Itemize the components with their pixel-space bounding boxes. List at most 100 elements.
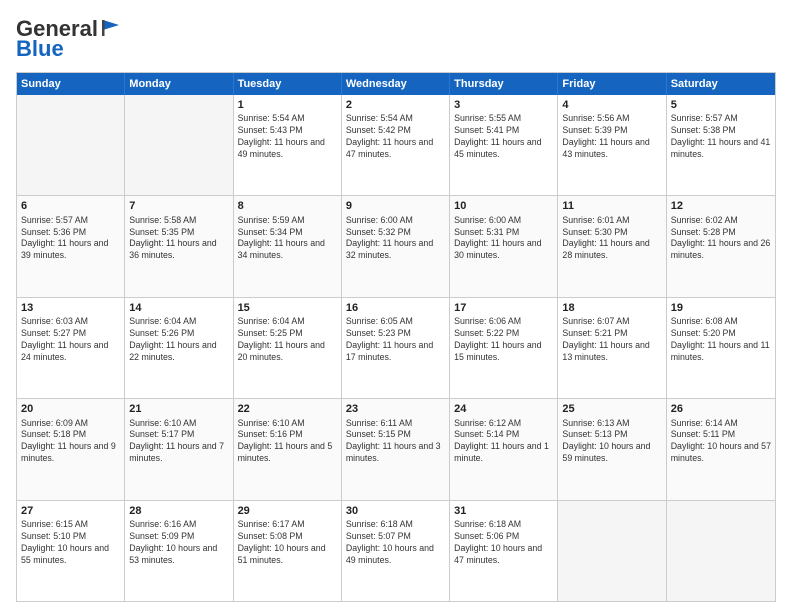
empty-cell	[558, 501, 666, 601]
day-number: 26	[671, 402, 771, 416]
day-number: 11	[562, 199, 661, 213]
day-cell-4: 4Sunrise: 5:56 AMSunset: 5:39 PMDaylight…	[558, 95, 666, 195]
day-number: 21	[129, 402, 228, 416]
day-number: 28	[129, 504, 228, 518]
day-number: 14	[129, 301, 228, 315]
day-cell-31: 31Sunrise: 6:18 AMSunset: 5:06 PMDayligh…	[450, 501, 558, 601]
calendar-row-1: 1Sunrise: 5:54 AMSunset: 5:43 PMDaylight…	[17, 95, 775, 195]
weekday-header-thursday: Thursday	[450, 73, 558, 95]
day-cell-19: 19Sunrise: 6:08 AMSunset: 5:20 PMDayligh…	[667, 298, 775, 398]
day-cell-24: 24 Sunrise: 6:12 AMSunset: 5:14 PMDayligh…	[450, 399, 558, 499]
day-number: 27	[21, 504, 120, 518]
logo-blue-text: Blue	[16, 36, 64, 62]
day-info: Sunrise: 6:14 AMSunset: 5:11 PMDaylight:…	[671, 418, 771, 466]
day-number: 30	[346, 504, 445, 518]
day-cell-14: 14Sunrise: 6:04 AMSunset: 5:26 PMDayligh…	[125, 298, 233, 398]
day-cell-9: 9 Sunrise: 6:00 AMSunset: 5:32 PMDaylight…	[342, 196, 450, 296]
day-cell-8: 8 Sunrise: 5:59 AMSunset: 5:34 PMDaylight…	[234, 196, 342, 296]
day-info: Sunrise: 6:01 AMSunset: 5:30 PMDaylight:…	[562, 215, 661, 263]
day-info: Sunrise: 6:05 AMSunset: 5:23 PMDaylight:…	[346, 316, 445, 364]
day-number: 22	[238, 402, 337, 416]
empty-cell	[17, 95, 125, 195]
day-info: Sunrise: 6:04 AMSunset: 5:26 PMDaylight:…	[129, 316, 228, 364]
page-header: General Blue	[16, 16, 776, 62]
day-cell-30: 30Sunrise: 6:18 AMSunset: 5:07 PMDayligh…	[342, 501, 450, 601]
day-info: Sunrise: 6:15 AMSunset: 5:10 PMDaylight:…	[21, 519, 120, 567]
calendar-row-3: 13Sunrise: 6:03 AMSunset: 5:27 PMDayligh…	[17, 297, 775, 398]
day-number: 25	[562, 402, 661, 416]
day-cell-18: 18Sunrise: 6:07 AMSunset: 5:21 PMDayligh…	[558, 298, 666, 398]
day-cell-3: 3Sunrise: 5:55 AMSunset: 5:41 PMDaylight…	[450, 95, 558, 195]
calendar: SundayMondayTuesdayWednesdayThursdayFrid…	[16, 72, 776, 602]
day-cell-25: 25 Sunrise: 6:13 AMSunset: 5:13 PMDayligh…	[558, 399, 666, 499]
day-cell-23: 23 Sunrise: 6:11 AMSunset: 5:15 PMDayligh…	[342, 399, 450, 499]
day-info: Sunrise: 6:04 AMSunset: 5:25 PMDaylight:…	[238, 316, 337, 364]
day-cell-15: 15Sunrise: 6:04 AMSunset: 5:25 PMDayligh…	[234, 298, 342, 398]
weekday-header-sunday: Sunday	[17, 73, 125, 95]
day-number: 23	[346, 402, 445, 416]
day-number: 7	[129, 199, 228, 213]
day-info: Sunrise: 6:09 AMSunset: 5:18 PMDaylight:…	[21, 418, 120, 466]
empty-cell	[667, 501, 775, 601]
logo: General Blue	[16, 16, 122, 62]
day-number: 4	[562, 98, 661, 112]
day-number: 2	[346, 98, 445, 112]
day-cell-27: 27Sunrise: 6:15 AMSunset: 5:10 PMDayligh…	[17, 501, 125, 601]
day-number: 19	[671, 301, 771, 315]
weekday-header-monday: Monday	[125, 73, 233, 95]
calendar-body: 1Sunrise: 5:54 AMSunset: 5:43 PMDaylight…	[17, 95, 775, 601]
calendar-row-5: 27Sunrise: 6:15 AMSunset: 5:10 PMDayligh…	[17, 500, 775, 601]
day-cell-16: 16Sunrise: 6:05 AMSunset: 5:23 PMDayligh…	[342, 298, 450, 398]
day-number: 3	[454, 98, 553, 112]
day-info: Sunrise: 6:06 AMSunset: 5:22 PMDaylight:…	[454, 316, 553, 364]
day-number: 29	[238, 504, 337, 518]
day-info: Sunrise: 6:11 AMSunset: 5:15 PMDaylight:…	[346, 418, 445, 466]
day-number: 8	[238, 199, 337, 213]
day-number: 12	[671, 199, 771, 213]
weekday-header-wednesday: Wednesday	[342, 73, 450, 95]
day-info: Sunrise: 6:00 AMSunset: 5:32 PMDaylight:…	[346, 215, 445, 263]
day-info: Sunrise: 6:02 AMSunset: 5:28 PMDaylight:…	[671, 215, 771, 263]
day-number: 31	[454, 504, 553, 518]
calendar-header: SundayMondayTuesdayWednesdayThursdayFrid…	[17, 73, 775, 95]
day-info: Sunrise: 5:59 AMSunset: 5:34 PMDaylight:…	[238, 215, 337, 263]
day-cell-17: 17Sunrise: 6:06 AMSunset: 5:22 PMDayligh…	[450, 298, 558, 398]
day-cell-26: 26 Sunrise: 6:14 AMSunset: 5:11 PMDayligh…	[667, 399, 775, 499]
day-number: 1	[238, 98, 337, 112]
day-info: Sunrise: 6:00 AMSunset: 5:31 PMDaylight:…	[454, 215, 553, 263]
calendar-row-2: 6Sunrise: 5:57 AMSunset: 5:36 PMDaylight…	[17, 195, 775, 296]
day-number: 16	[346, 301, 445, 315]
logo-flag-icon	[100, 17, 122, 39]
day-number: 24	[454, 402, 553, 416]
day-cell-1: 1Sunrise: 5:54 AMSunset: 5:43 PMDaylight…	[234, 95, 342, 195]
day-cell-20: 20 Sunrise: 6:09 AMSunset: 5:18 PMDayligh…	[17, 399, 125, 499]
day-info: Sunrise: 6:18 AMSunset: 5:06 PMDaylight:…	[454, 519, 553, 567]
day-info: Sunrise: 6:07 AMSunset: 5:21 PMDaylight:…	[562, 316, 661, 364]
day-number: 15	[238, 301, 337, 315]
day-info: Sunrise: 5:54 AMSunset: 5:43 PMDaylight:…	[238, 113, 337, 161]
day-info: Sunrise: 5:57 AMSunset: 5:38 PMDaylight:…	[671, 113, 771, 161]
day-info: Sunrise: 6:18 AMSunset: 5:07 PMDaylight:…	[346, 519, 445, 567]
day-cell-5: 5Sunrise: 5:57 AMSunset: 5:38 PMDaylight…	[667, 95, 775, 195]
day-info: Sunrise: 6:17 AMSunset: 5:08 PMDaylight:…	[238, 519, 337, 567]
calendar-row-4: 20 Sunrise: 6:09 AMSunset: 5:18 PMDayligh…	[17, 398, 775, 499]
day-number: 18	[562, 301, 661, 315]
day-info: Sunrise: 6:12 AMSunset: 5:14 PMDaylight:…	[454, 418, 553, 466]
day-cell-13: 13Sunrise: 6:03 AMSunset: 5:27 PMDayligh…	[17, 298, 125, 398]
weekday-header-friday: Friday	[558, 73, 666, 95]
day-info: Sunrise: 6:10 AMSunset: 5:17 PMDaylight:…	[129, 418, 228, 466]
weekday-header-saturday: Saturday	[667, 73, 775, 95]
day-cell-21: 21 Sunrise: 6:10 AMSunset: 5:17 PMDayligh…	[125, 399, 233, 499]
day-cell-11: 11 Sunrise: 6:01 AMSunset: 5:30 PMDayligh…	[558, 196, 666, 296]
day-cell-6: 6Sunrise: 5:57 AMSunset: 5:36 PMDaylight…	[17, 196, 125, 296]
day-number: 6	[21, 199, 120, 213]
weekday-header-tuesday: Tuesday	[234, 73, 342, 95]
day-cell-7: 7 Sunrise: 5:58 AMSunset: 5:35 PMDaylight…	[125, 196, 233, 296]
day-cell-10: 10Sunrise: 6:00 AMSunset: 5:31 PMDayligh…	[450, 196, 558, 296]
day-number: 9	[346, 199, 445, 213]
day-number: 20	[21, 402, 120, 416]
day-number: 5	[671, 98, 771, 112]
day-info: Sunrise: 6:13 AMSunset: 5:13 PMDaylight:…	[562, 418, 661, 466]
day-info: Sunrise: 5:58 AMSunset: 5:35 PMDaylight:…	[129, 215, 228, 263]
day-info: Sunrise: 6:03 AMSunset: 5:27 PMDaylight:…	[21, 316, 120, 364]
